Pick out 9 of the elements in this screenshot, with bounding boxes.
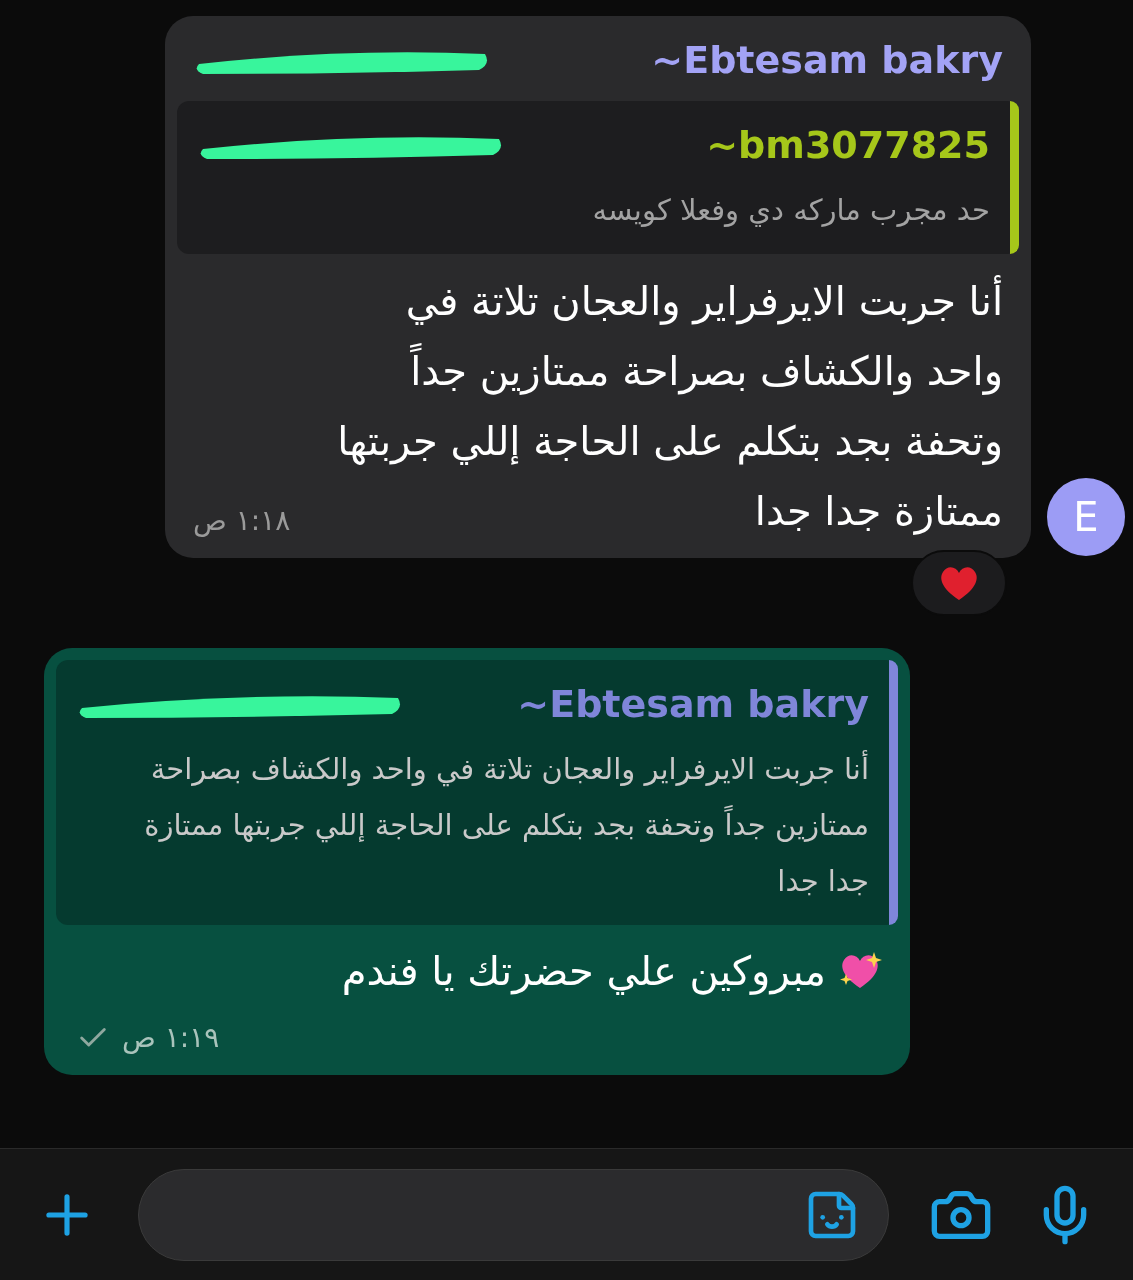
- quoted-text: حد مجرب ماركه دي وفعلا كويسه: [592, 192, 990, 229]
- message-time: ١:١٩ ص: [122, 1020, 220, 1056]
- sender-name: ~Ebtesam bakry: [651, 37, 1003, 84]
- quoted-text: أنا جربت الايرفراير والعجان تلاتة في واحد والكشاف بصراحة ممتازين جداً وتحفة بجد بتكلم على الحاجة إللي جربتها ممتازة جدا جدا: [143, 749, 869, 900]
- quoted-sender: ~bm3077825: [706, 122, 990, 169]
- message-time: ١:١٨ ص: [193, 503, 291, 539]
- quoted-sender: ~Ebtesam bakry: [517, 681, 869, 728]
- message-text: مبروكين علي حضرتك يا فندم: [341, 947, 826, 997]
- message-text: أنا جربت الايرفراير والعجان تلاتة في واحد والكشاف بصراحة ممتازين جداً وتحفة بجد بتكلم على الحاجة إللي جربتها ممتازة جدا جدا: [306, 266, 1003, 546]
